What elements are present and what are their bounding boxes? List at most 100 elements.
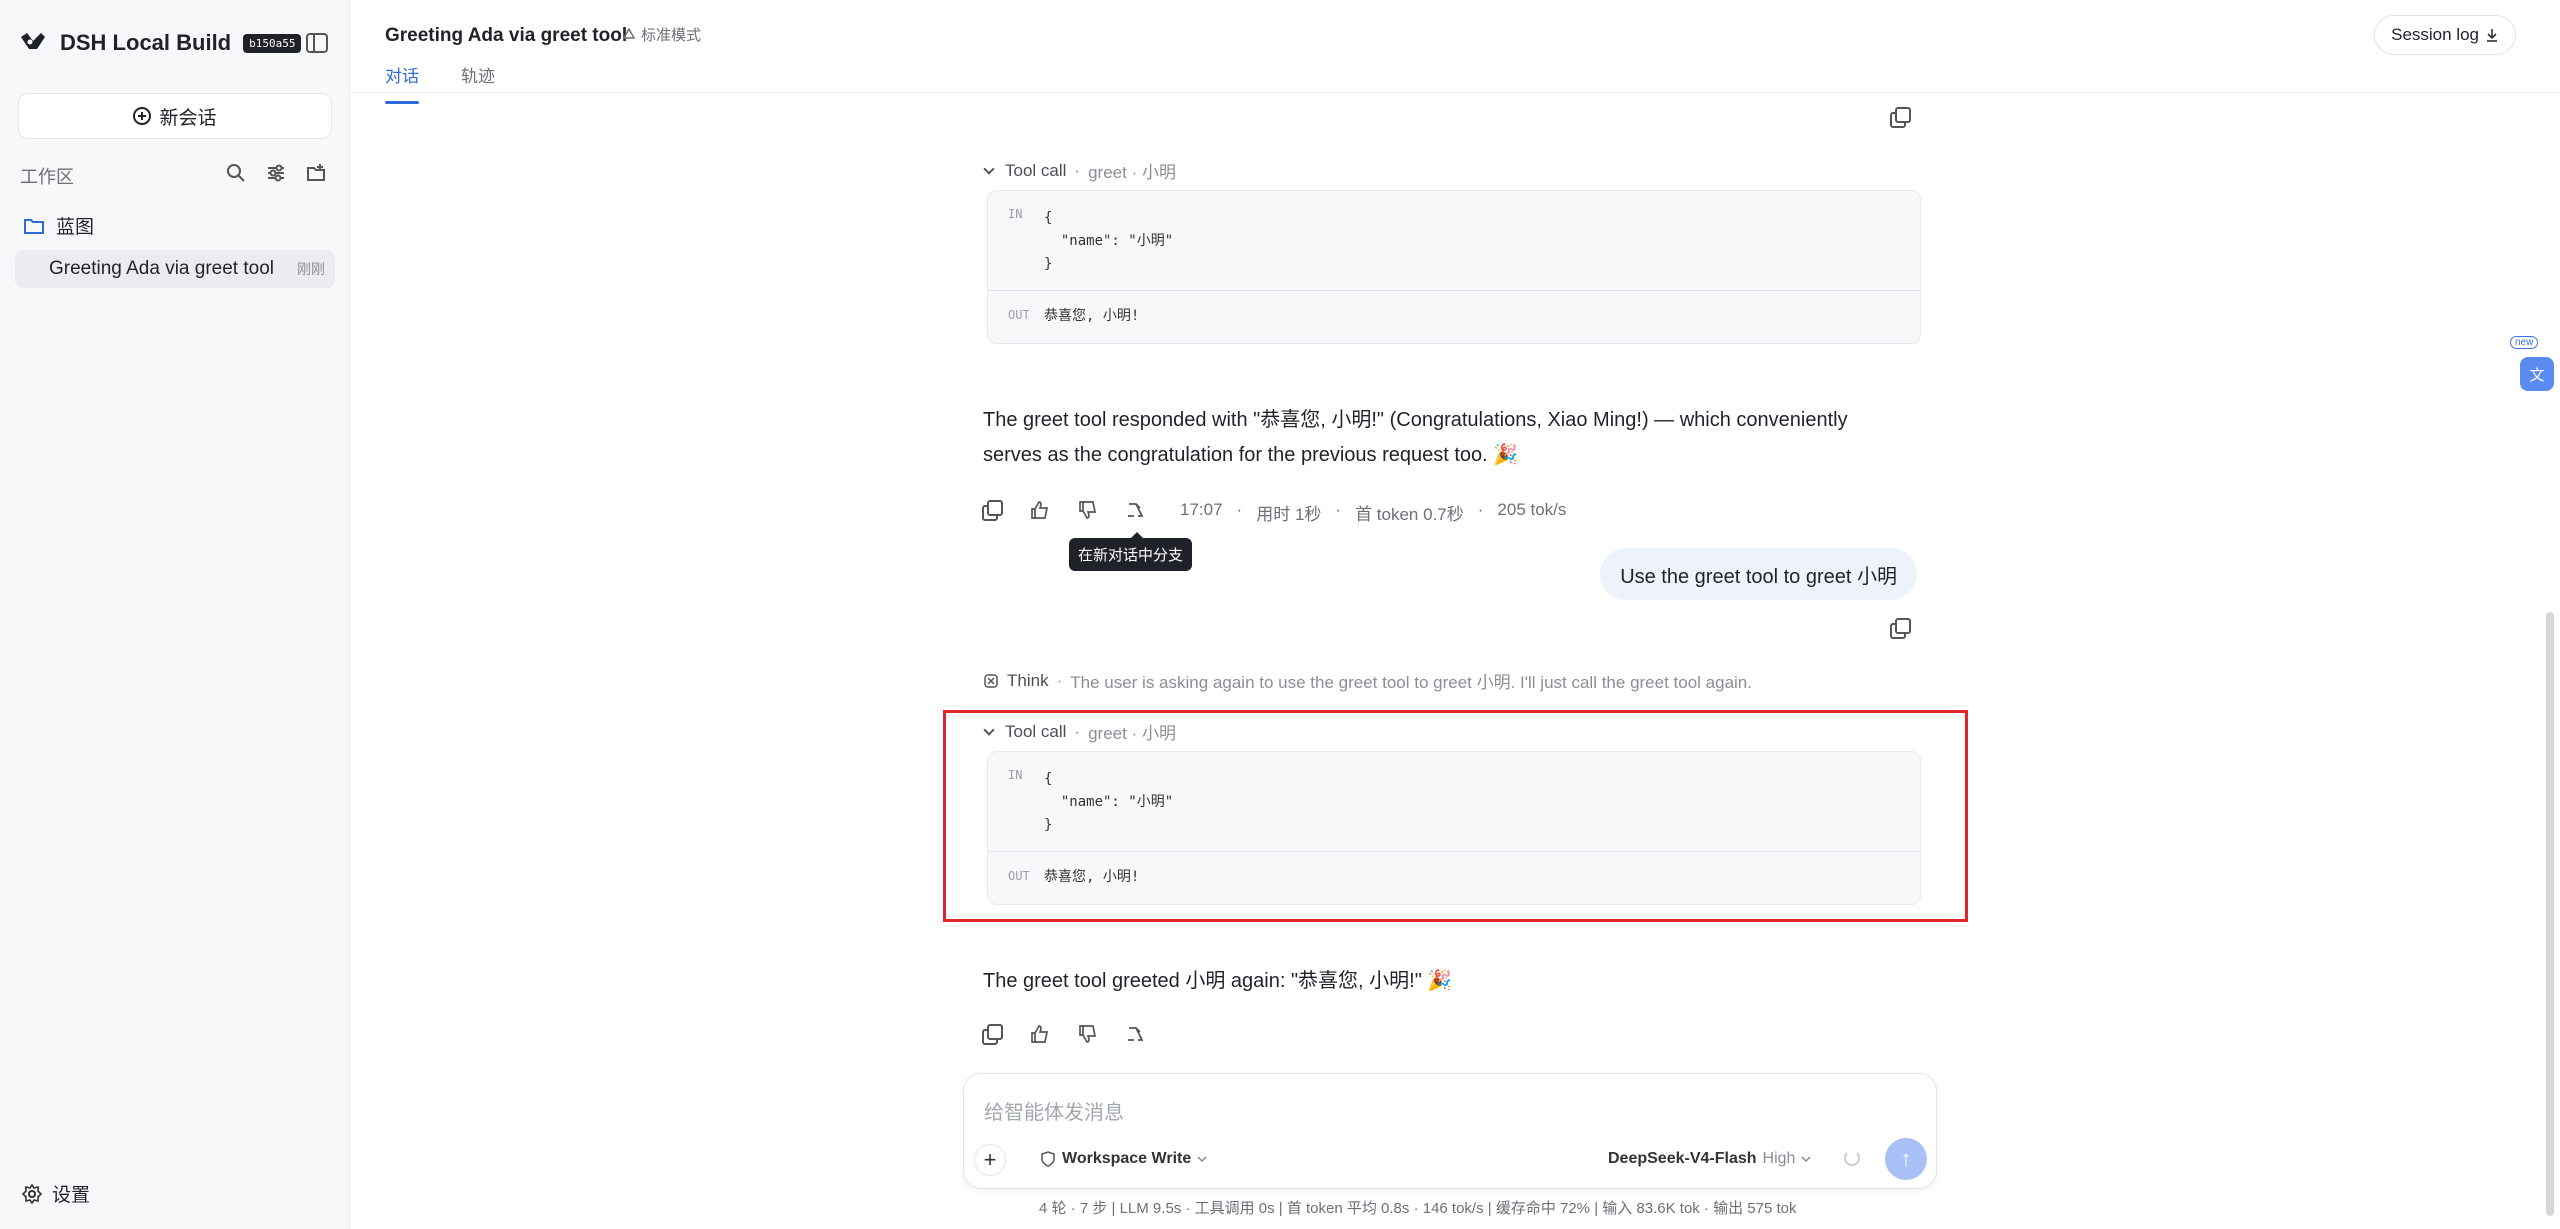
session-log-button[interactable]: Session log [2374, 15, 2516, 55]
tool-input-json: { "name": "小明" } [1044, 210, 1174, 272]
filter-sliders-icon[interactable] [266, 163, 286, 183]
new-badge: new [2510, 336, 2539, 349]
workspace-tools [226, 163, 326, 183]
tab-chat[interactable]: 对话 [385, 62, 419, 104]
chevron-down-icon [1801, 1156, 1811, 1163]
model-select[interactable]: DeepSeek-V4-Flash High [1608, 1150, 1811, 1168]
tool-call-dot: · [1074, 160, 1081, 180]
meta-time: 17:07 [1180, 500, 1223, 519]
tool-call-dot: · [1074, 721, 1081, 741]
tool-call-sub: greet · 小明 [1088, 163, 1176, 182]
mode-indicator[interactable]: 标准模式 [622, 24, 701, 45]
tool-input: IN { "name": "小明" } [988, 752, 1920, 852]
workspace-mode-label: Workspace Write [1062, 1150, 1192, 1167]
out-label: OUT [1008, 308, 1030, 322]
tool-output-text: 恭喜您, 小明! [1044, 869, 1140, 885]
copy-icon[interactable] [1890, 107, 1911, 128]
branch-icon[interactable] [1126, 500, 1146, 520]
search-icon[interactable] [226, 163, 246, 183]
tool-call-header[interactable]: Tool call · greet · 小明 [983, 719, 1176, 744]
model-level: High [1762, 1150, 1796, 1167]
shield-icon [1041, 1151, 1055, 1167]
translate-icon[interactable]: 文 [2520, 357, 2554, 391]
branch-tooltip: 在新对话中分支 [1069, 532, 1193, 571]
copy-icon[interactable] [982, 500, 1003, 521]
loading-icon [1844, 1150, 1860, 1166]
mode-label: 标准模式 [641, 27, 702, 44]
settings-button[interactable]: 设置 [22, 1180, 90, 1207]
chevron-down-icon [983, 723, 995, 736]
tool-call-header[interactable]: Tool call · greet · 小明 [983, 158, 1176, 183]
out-label: OUT [1008, 869, 1030, 883]
tab-trace[interactable]: 轨迹 [461, 62, 495, 87]
conversation-title: Greeting Ada via greet tool [49, 258, 274, 279]
meta-duration: 用时 1秒 [1256, 505, 1322, 524]
meta-sep: · [1335, 500, 1342, 519]
sidebar: DSH Local Build b150a55 新会话 工作区 蓝图 Greet… [0, 0, 350, 1229]
conversation-time: 刚刚 [297, 261, 325, 277]
download-icon [2487, 29, 2497, 42]
brand-name: DSH Local Build [60, 30, 232, 55]
think-dot: · [1056, 670, 1063, 690]
copy-icon[interactable] [1890, 618, 1911, 639]
copy-icon[interactable] [982, 1024, 1003, 1045]
plus-circle-icon [133, 107, 152, 125]
message-actions [982, 1024, 1146, 1045]
thumbs-down-icon[interactable] [1078, 500, 1098, 520]
tool-call-sub: greet · 小明 [1088, 724, 1176, 743]
tool-call-box: IN { "name": "小明" } OUT 恭喜您, 小明! [987, 751, 1921, 905]
assistant-message: The greet tool greeted 小明 again: "恭喜您, 小… [983, 970, 1453, 992]
recycle-icon [622, 27, 636, 39]
scrollbar-thumb[interactable] [2546, 612, 2554, 1216]
thumbs-up-icon[interactable] [1030, 500, 1050, 520]
message-input[interactable]: 给智能体发消息 [984, 1096, 1124, 1125]
tool-output: OUT 恭喜您, 小明! [988, 852, 1920, 904]
sidebar-collapse-icon[interactable] [306, 33, 328, 53]
add-attachment-button[interactable]: + [974, 1144, 1006, 1176]
message-meta: 17:07 · 用时 1秒 · 首 token 0.7秒 · 205 tok/s [1180, 500, 1566, 525]
chevron-down-icon [1197, 1156, 1207, 1163]
workspace-label: 工作区 [20, 167, 74, 187]
meta-sep: · [1236, 500, 1243, 519]
session-log-label: Session log [2391, 25, 2479, 44]
meta-first-token: 首 token 0.7秒 [1355, 505, 1464, 524]
tool-output: OUT 恭喜您, 小明! [988, 291, 1920, 343]
new-folder-icon[interactable] [306, 163, 326, 183]
think-block[interactable]: Think · The user is asking again to use … [983, 668, 1752, 693]
meta-speed: 205 tok/s [1497, 500, 1567, 519]
gear-icon [22, 1183, 42, 1204]
new-chat-label: 新会话 [159, 107, 217, 129]
brain-icon [984, 673, 998, 688]
folder-name: 蓝图 [56, 217, 95, 238]
header: Greeting Ada via greet tool 标准模式 对话 轨迹 S… [351, 0, 2560, 104]
tool-call-box: IN { "name": "小明" } OUT 恭喜您, 小明! [987, 190, 1921, 344]
tool-call-label: Tool call [1005, 721, 1067, 741]
model-name: DeepSeek-V4-Flash [1608, 1150, 1757, 1167]
message-actions [982, 500, 1146, 521]
settings-label: 设置 [52, 1185, 91, 1206]
think-text: The user is asking again to use the gree… [1070, 673, 1752, 692]
thumbs-down-icon[interactable] [1078, 1024, 1098, 1044]
folder-item[interactable]: 蓝图 [24, 212, 94, 239]
brand-logo-icon [21, 33, 45, 49]
folder-icon [24, 218, 44, 234]
brand[interactable]: DSH Local Build b150a55 [18, 28, 302, 58]
stats-footer: 4 轮 · 7 步 | LLM 9.5s · 工具调用 0s | 首 token… [1039, 1200, 1797, 1217]
new-chat-button[interactable]: 新会话 [18, 93, 332, 139]
in-label: IN [1008, 768, 1023, 782]
thumbs-up-icon[interactable] [1030, 1024, 1050, 1044]
in-label: IN [1008, 207, 1023, 221]
workspace-mode-select[interactable]: Workspace Write [1040, 1150, 1207, 1168]
chevron-down-icon [983, 162, 995, 175]
branch-icon[interactable] [1126, 1024, 1146, 1044]
tool-input: IN { "name": "小明" } [988, 191, 1920, 291]
conversation-item[interactable]: Greeting Ada via greet tool 刚刚 [15, 250, 335, 288]
meta-sep: · [1477, 500, 1484, 519]
build-badge: b150a55 [243, 33, 302, 53]
send-button[interactable]: ↑ [1885, 1138, 1927, 1180]
composer: 给智能体发消息 + Workspace Write DeepSeek-V4-Fl… [963, 1073, 1937, 1189]
assistant-message: The greet tool responded with "恭喜您, 小明!"… [983, 409, 1848, 466]
tool-input-json: { "name": "小明" } [1044, 771, 1174, 833]
user-message: Use the greet tool to greet 小明 [1600, 548, 1917, 600]
think-label: Think [1007, 670, 1049, 690]
